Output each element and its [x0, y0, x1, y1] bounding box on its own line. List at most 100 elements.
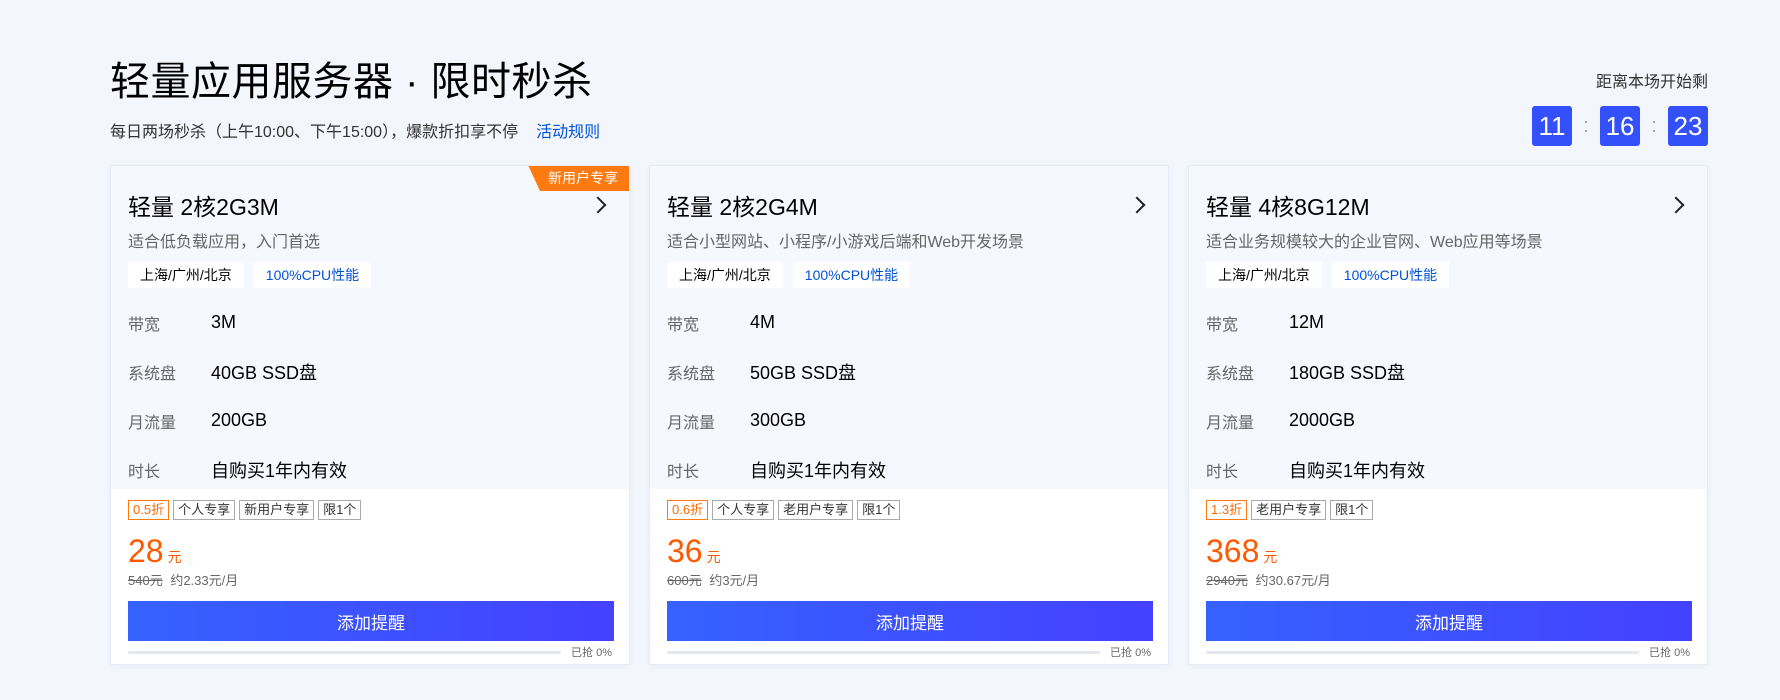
price-row: 28 元 [128, 534, 612, 568]
original-price-row: 540元 约2.33元/月 [128, 570, 612, 589]
eligibility-badge: 限1个 [318, 500, 362, 520]
spec-label: 时长 [128, 463, 161, 481]
card-title: 轻量 2核2G4M [667, 194, 818, 220]
card-description: 适合业务规模较大的企业官网、Web应用等场景 [1206, 234, 1543, 251]
card-title-row[interactable]: 轻量 2核2G4M [667, 188, 1151, 222]
spec-label: 系统盘 [1206, 365, 1255, 383]
sold-progress-row: 已抢 0% [667, 644, 1151, 660]
cpu-tag: 100%CPU性能 [253, 262, 372, 288]
price-unit: 元 [1263, 549, 1278, 565]
page-header: 轻量应用服务器 · 限时秒杀 每日两场秒杀（上午10:00、下午15:00），爆… [110, 58, 600, 142]
spec-value: 200GB [211, 410, 268, 430]
spec-row-traffic: 月流量 2000GB [1206, 396, 1690, 445]
spec-value: 自购买1年内有效 [750, 460, 887, 481]
sold-percent: 已抢 0% [571, 647, 612, 659]
new-user-ribbon: 新用户专享 [528, 166, 629, 191]
card-title: 轻量 4核8G12M [1206, 194, 1370, 220]
spec-value: 50GB SSD盘 [750, 362, 857, 383]
spec-row-duration: 时长 自购买1年内有效 [667, 445, 1151, 494]
spec-label: 月流量 [1206, 414, 1255, 432]
spec-list: 带宽 12M 系统盘 180GB SSD盘 月流量 2000GB 时长 自购买1… [1206, 298, 1690, 494]
card-tags: 上海/广州/北京 100%CPU性能 [1206, 262, 1690, 288]
card-title: 轻量 2核2G3M [128, 194, 279, 220]
discount-badge: 0.5折 [128, 500, 170, 520]
sold-progress-bar [667, 650, 1101, 654]
card-title-row[interactable]: 轻量 4核8G12M [1206, 188, 1690, 222]
spec-label: 带宽 [128, 316, 161, 334]
monthly-price: 约30.67元/月 [1255, 573, 1331, 588]
original-price-row: 600元 约3元/月 [667, 570, 1151, 589]
spec-value: 180GB SSD盘 [1289, 362, 1406, 383]
original-price: 2940元 [1206, 573, 1248, 588]
spec-row-disk: 系统盘 50GB SSD盘 [667, 347, 1151, 396]
spec-row-duration: 时长 自购买1年内有效 [1206, 445, 1690, 494]
badge-list: 0.5折 个人专享 新用户专享 限1个 [128, 500, 612, 520]
eligibility-badge: 新用户专享 [239, 500, 315, 520]
card-spec-panel: 轻量 2核2G4M 适合小型网站、小程序/小游戏后端和Web开发场景 上海/广州… [650, 166, 1168, 489]
card-description: 适合小型网站、小程序/小游戏后端和Web开发场景 [667, 234, 1025, 251]
add-reminder-button[interactable]: 添加提醒 [667, 601, 1153, 641]
card-title-row[interactable]: 轻量 2核2G3M [128, 188, 612, 222]
chevron-right-icon[interactable] [589, 196, 607, 214]
add-reminder-button[interactable]: 添加提醒 [128, 601, 614, 641]
spec-value: 40GB SSD盘 [211, 362, 318, 383]
product-card-2: 轻量 2核2G4M 适合小型网站、小程序/小游戏后端和Web开发场景 上海/广州… [649, 165, 1169, 665]
region-tag: 上海/广州/北京 [1206, 262, 1322, 288]
spec-row-disk: 系统盘 180GB SSD盘 [1206, 347, 1690, 396]
page-title: 轻量应用服务器 · 限时秒杀 [110, 60, 593, 104]
original-price: 540元 [128, 573, 163, 588]
spec-value: 2000GB [1289, 410, 1356, 430]
spec-row-disk: 系统盘 40GB SSD盘 [128, 347, 612, 396]
card-tags: 上海/广州/北京 100%CPU性能 [667, 262, 1151, 288]
countdown-minutes: 16 [1600, 106, 1640, 146]
add-reminder-button[interactable]: 添加提醒 [1206, 601, 1692, 641]
card-purchase-panel: 1.3折 老用户专享 限1个 368 元 2940元 约30.67元/月 添加提醒 … [1189, 489, 1707, 660]
original-price-row: 2940元 约30.67元/月 [1206, 570, 1690, 589]
spec-row-traffic: 月流量 200GB [128, 396, 612, 445]
price-row: 36 元 [667, 534, 1151, 568]
price-row: 368 元 [1206, 534, 1690, 568]
price-unit: 元 [706, 549, 721, 565]
eligibility-badge: 老用户专享 [778, 500, 854, 520]
card-spec-panel: 轻量 4核8G12M 适合业务规模较大的企业官网、Web应用等场景 上海/广州/… [1189, 166, 1707, 489]
spec-list: 带宽 4M 系统盘 50GB SSD盘 月流量 300GB 时长 自购买1年内有… [667, 298, 1151, 494]
countdown-seconds: 23 [1668, 106, 1708, 146]
countdown: 距离本场开始剩 11 : 16 : 23 [1532, 68, 1708, 146]
spec-row-traffic: 月流量 300GB [667, 396, 1151, 445]
card-purchase-panel: 0.6折 个人专享 老用户专享 限1个 36 元 600元 约3元/月 添加提醒 已抢… [650, 489, 1168, 660]
spec-list: 带宽 3M 系统盘 40GB SSD盘 月流量 200GB 时长 自购买1年内有… [128, 298, 612, 494]
discount-badge: 0.6折 [667, 500, 709, 520]
cpu-tag: 100%CPU性能 [792, 262, 911, 288]
spec-label: 系统盘 [667, 365, 716, 383]
eligibility-badge: 限1个 [1330, 500, 1374, 520]
spec-value: 3M [211, 312, 237, 332]
sale-price: 28 [128, 533, 164, 569]
eligibility-badge: 个人专享 [712, 500, 775, 520]
region-tag: 上海/广州/北京 [667, 262, 783, 288]
chevron-right-icon[interactable] [1128, 196, 1146, 214]
chevron-right-icon[interactable] [1667, 196, 1685, 214]
page-subtitle-row: 每日两场秒杀（上午10:00、下午15:00），爆款折扣享不停 活动规则 [110, 118, 600, 142]
activity-rules-link[interactable]: 活动规则 [536, 118, 600, 142]
cpu-tag: 100%CPU性能 [1331, 262, 1450, 288]
spec-value: 300GB [750, 410, 807, 430]
monthly-price: 约2.33元/月 [170, 573, 239, 588]
eligibility-badge: 限1个 [857, 500, 901, 520]
product-cards: 新用户专享 轻量 2核2G3M 适合低负载应用，入门首选 上海/广州/北京 10… [110, 165, 1708, 665]
card-description: 适合低负载应用，入门首选 [128, 234, 321, 251]
sold-progress-bar [1206, 650, 1640, 654]
countdown-timer: 11 : 16 : 23 [1532, 106, 1708, 146]
spec-value: 自购买1年内有效 [211, 460, 348, 481]
spec-label: 时长 [1206, 463, 1239, 481]
spec-label: 时长 [667, 463, 700, 481]
product-card-1: 新用户专享 轻量 2核2G3M 适合低负载应用，入门首选 上海/广州/北京 10… [110, 165, 630, 665]
countdown-hours: 11 [1532, 106, 1572, 146]
region-tag: 上海/广州/北京 [128, 262, 244, 288]
original-price: 600元 [667, 573, 702, 588]
sold-percent: 已抢 0% [1649, 647, 1690, 659]
page-subtitle: 每日两场秒杀（上午10:00、下午15:00），爆款折扣享不停 [110, 124, 519, 141]
card-purchase-panel: 0.5折 个人专享 新用户专享 限1个 28 元 540元 约2.33元/月 添加提醒… [111, 489, 629, 660]
spec-label: 系统盘 [128, 365, 177, 383]
countdown-label: 距离本场开始剩 [1595, 74, 1708, 91]
spec-label: 带宽 [667, 316, 700, 334]
